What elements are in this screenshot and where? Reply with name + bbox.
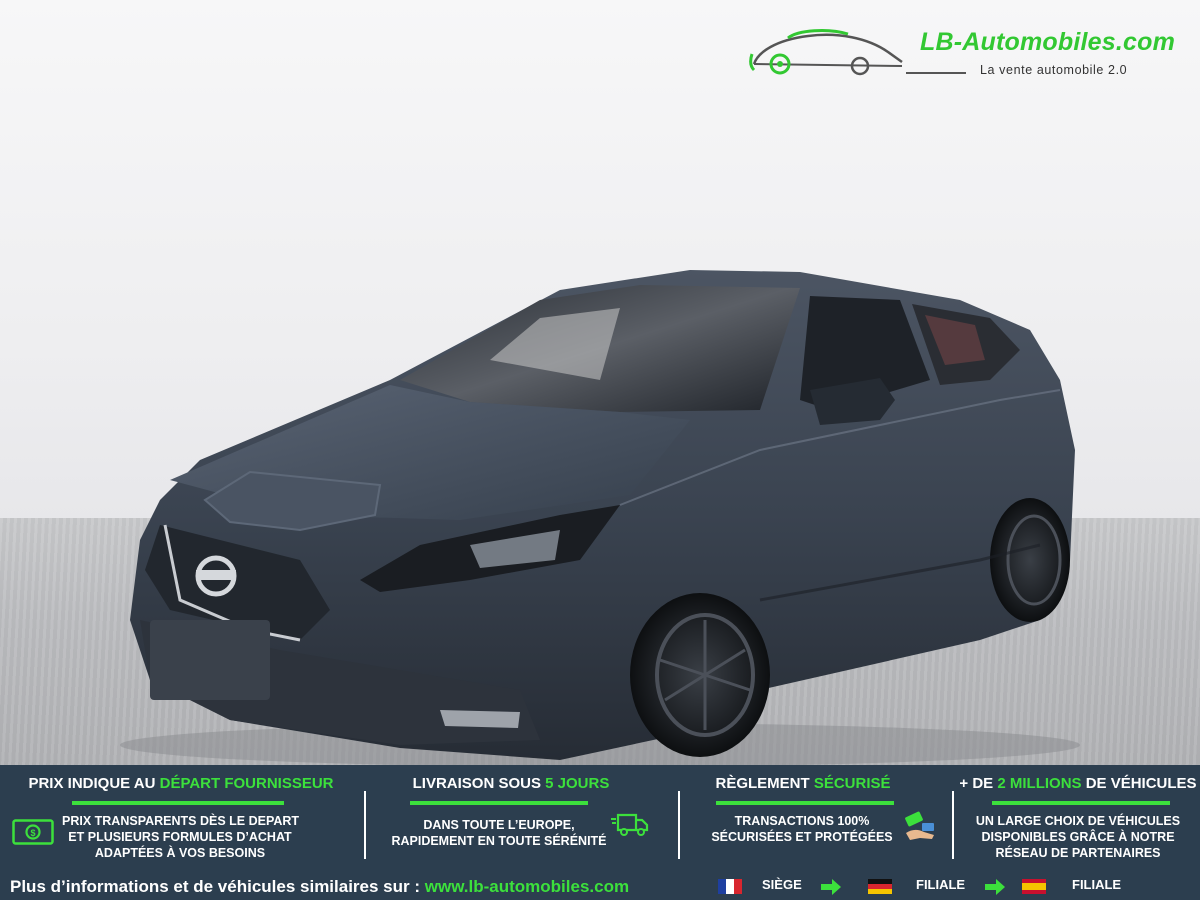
delivery-truck-icon bbox=[611, 813, 649, 836]
footer-info: Plus d’informations et de véhicules simi… bbox=[10, 877, 630, 896]
arrow-right-icon bbox=[985, 879, 1005, 895]
feature-delivery-text: DANS TOUTE L’EUROPE, RAPIDEMENT EN TOUTE… bbox=[391, 818, 607, 848]
brand-name: LB-Automobiles.com bbox=[920, 28, 1175, 56]
car-logo-icon bbox=[749, 29, 903, 76]
arrow-right-icon bbox=[821, 879, 841, 895]
feature-vehicles-title: + DE 2 MILLIONS DE VÉHICULES bbox=[959, 775, 1197, 792]
svg-text:$: $ bbox=[30, 828, 35, 838]
feature-price: PRIX INDIQUE AU DÉPART FOURNISSEUR $ PRI… bbox=[0, 765, 362, 865]
spain-flag-icon bbox=[1022, 879, 1046, 894]
feature-payment-text: TRANSACTIONS 100% SÉCURISÉES ET PROTÉGÉE… bbox=[711, 814, 893, 844]
banner-divider bbox=[364, 791, 366, 859]
info-banner: PRIX INDIQUE AU DÉPART FOURNISSEUR $ PRI… bbox=[0, 765, 1200, 900]
feature-vehicles-underline bbox=[992, 801, 1170, 805]
website-link[interactable]: www.lb-automobiles.com bbox=[425, 877, 629, 896]
germany-flag-icon bbox=[868, 879, 892, 894]
banner-divider bbox=[952, 791, 954, 859]
feature-payment-underline bbox=[716, 801, 894, 805]
payment-hand-icon bbox=[905, 811, 934, 840]
feature-payment-title: RÈGLEMENT SÉCURISÉ bbox=[715, 775, 891, 792]
feature-price-title: PRIX INDIQUE AU DÉPART FOURNISSEUR bbox=[28, 775, 334, 792]
feature-payment: RÈGLEMENT SÉCURISÉ TRANSACTIONS 100% SÉC… bbox=[682, 765, 950, 865]
location-label-branch-es: FILIALE bbox=[1072, 877, 1122, 892]
feature-delivery: LIVRAISON SOUS 5 JOURS DANS TOUTE L’EURO… bbox=[368, 765, 680, 865]
car-image bbox=[120, 270, 1080, 765]
feature-price-underline bbox=[72, 801, 284, 805]
feature-delivery-underline bbox=[410, 801, 588, 805]
logo-divider bbox=[906, 72, 966, 74]
cash-icon: $ bbox=[12, 819, 54, 845]
feature-price-text: PRIX TRANSPARENTS DÈS LE DEPART ET PLUSI… bbox=[62, 814, 300, 860]
france-flag-icon bbox=[718, 879, 742, 894]
car-photo: LB-Automobiles.com La vente automobile 2… bbox=[0, 0, 1200, 765]
location-label-hq: SIÈGE bbox=[762, 877, 802, 892]
feature-delivery-title: LIVRAISON SOUS 5 JOURS bbox=[412, 775, 610, 792]
feature-vehicles-text: UN LARGE CHOIX DE VÉHICULES DISPONIBLES … bbox=[975, 814, 1181, 860]
brand-tagline: La vente automobile 2.0 bbox=[980, 63, 1128, 77]
banner-divider bbox=[678, 791, 680, 859]
location-label-branch-de: FILIALE bbox=[916, 877, 966, 892]
feature-vehicles: + DE 2 MILLIONS DE VÉHICULES UN LARGE CH… bbox=[956, 765, 1200, 865]
brand-logo: LB-Automobiles.com La vente automobile 2… bbox=[748, 18, 1200, 88]
